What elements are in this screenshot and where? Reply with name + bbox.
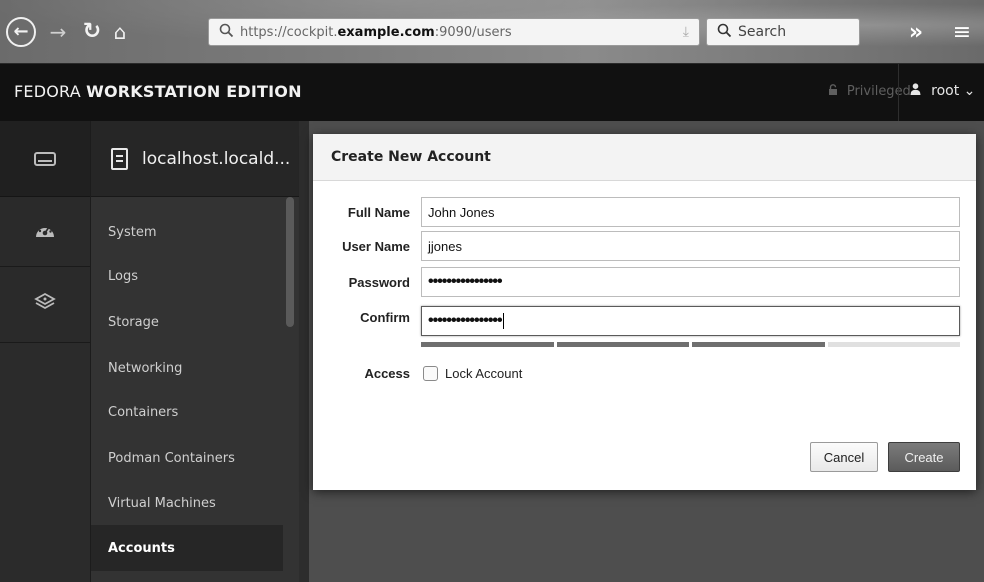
- cancel-button[interactable]: Cancel: [810, 442, 878, 472]
- create-button[interactable]: Create: [888, 442, 960, 472]
- full-name-field[interactable]: John Jones: [421, 197, 960, 227]
- sidebar-item-label: Networking: [108, 360, 183, 376]
- confirm-password-field[interactable]: ••••••••••••••••: [421, 306, 960, 336]
- user-name-value: jjones: [428, 238, 462, 254]
- brand-light: FEDORA: [14, 82, 87, 101]
- sidebar-item-label: Virtual Machines: [108, 495, 216, 511]
- sidebar-item-label: Containers: [108, 404, 179, 420]
- access-label: Access: [364, 366, 410, 381]
- browser-toolbar: ← → ↻ ⌂ https://cockpit.example.com:9090…: [0, 0, 984, 64]
- brand-title: FEDORA WORKSTATION EDITION: [14, 82, 302, 101]
- brand-bold: WORKSTATION EDITION: [86, 82, 302, 101]
- password-label: Password: [348, 275, 410, 290]
- strength-segment: [421, 342, 554, 347]
- dashboard-icon: [34, 220, 56, 244]
- full-name-label: Full Name: [347, 205, 410, 220]
- password-value: ••••••••••••••••: [428, 273, 503, 290]
- rail-host-button[interactable]: [0, 121, 90, 197]
- browser-search-input[interactable]: Search: [706, 18, 860, 46]
- user-name-label: User Name: [342, 239, 410, 254]
- strength-segment: [556, 342, 689, 347]
- host-selector[interactable]: localhost.locald...: [91, 121, 299, 197]
- app-header: FEDORA WORKSTATION EDITION Privileged ro…: [0, 64, 984, 121]
- back-button[interactable]: ←: [6, 17, 36, 47]
- server-icon: [34, 151, 56, 166]
- create-account-dialog: Create New Account Full Name John Jones …: [313, 134, 976, 490]
- host-document-icon: [111, 147, 128, 170]
- sidebar-item-label: Podman Containers: [108, 450, 235, 466]
- download-icon[interactable]: ⤓: [683, 24, 689, 40]
- privileged-label: Privileged: [846, 84, 911, 99]
- arrow-right-icon: →: [49, 20, 67, 44]
- sidebar-item-label: Logs: [108, 268, 138, 284]
- hamburger-menu-icon: ≡: [952, 19, 972, 45]
- forward-button[interactable]: →: [42, 16, 74, 48]
- browser-menu-button[interactable]: ≡: [946, 16, 978, 48]
- host-name: localhost.locald...: [142, 148, 291, 169]
- sidebar-item-virtual-machines[interactable]: Virtual Machines: [91, 480, 283, 526]
- search-icon: [219, 23, 234, 42]
- lock-account-checkbox[interactable]: [423, 366, 438, 381]
- user-name-field[interactable]: jjones: [421, 231, 960, 261]
- strength-segment: [692, 342, 825, 347]
- header-divider: [898, 64, 899, 121]
- rail-apps-button[interactable]: [0, 267, 90, 343]
- dialog-title: Create New Account: [313, 134, 976, 181]
- overflow-button[interactable]: »: [896, 16, 936, 48]
- confirm-label: Confirm: [360, 310, 410, 325]
- url-host: example.com: [337, 24, 435, 40]
- sidebar-scrollbar[interactable]: [286, 197, 294, 327]
- sidebar-item-podman-containers[interactable]: Podman Containers: [91, 435, 283, 481]
- search-icon: [717, 23, 732, 42]
- text-caret: [502, 313, 504, 329]
- rail-dashboard-button[interactable]: [0, 197, 90, 267]
- double-chevron-right-icon: »: [908, 19, 924, 45]
- lock-account-label[interactable]: Lock Account: [445, 366, 522, 381]
- reload-icon: ↻: [82, 19, 102, 44]
- user-icon: [910, 83, 925, 99]
- arrow-left-icon: ←: [13, 21, 29, 42]
- confirm-value: ••••••••••••••••: [428, 312, 503, 329]
- sidebar-item-storage[interactable]: Storage: [91, 299, 283, 345]
- sidebar-item-label: Accounts: [108, 540, 175, 556]
- sidebar-item-label: System: [108, 224, 157, 240]
- icon-rail: [0, 121, 91, 582]
- sidebar-item-system[interactable]: System: [91, 209, 283, 255]
- sidebar-item-accounts[interactable]: Accounts: [91, 525, 283, 571]
- sidebar-item-label: Storage: [108, 314, 159, 330]
- user-menu[interactable]: root ⌄: [910, 83, 975, 99]
- home-icon: ⌂: [113, 20, 127, 44]
- password-strength-meter: [421, 342, 960, 348]
- sidebar-menu: System Logs Storage Networking Container…: [91, 197, 299, 582]
- strength-segment: [827, 342, 960, 347]
- url-text: https://cockpit.example.com:9090/users: [240, 25, 512, 40]
- layers-icon: [34, 292, 56, 317]
- chevron-down-icon: ⌄: [963, 83, 976, 99]
- lock-icon: [828, 84, 842, 98]
- search-placeholder: Search: [738, 24, 787, 40]
- sidebar-item-networking[interactable]: Networking: [91, 345, 283, 391]
- url-prefix: https://cockpit.: [240, 24, 338, 40]
- sidebar-item-logs[interactable]: Logs: [91, 253, 283, 299]
- home-button[interactable]: ⌂: [104, 16, 136, 48]
- password-field[interactable]: ••••••••••••••••: [421, 267, 960, 297]
- url-suffix: :9090/users: [434, 24, 512, 40]
- column-divider: [299, 121, 309, 582]
- sidebar-item-containers[interactable]: Containers: [91, 389, 283, 435]
- url-bar[interactable]: https://cockpit.example.com:9090/users ⤓: [208, 18, 700, 46]
- user-label: root: [931, 83, 960, 99]
- full-name-value: John Jones: [428, 204, 495, 220]
